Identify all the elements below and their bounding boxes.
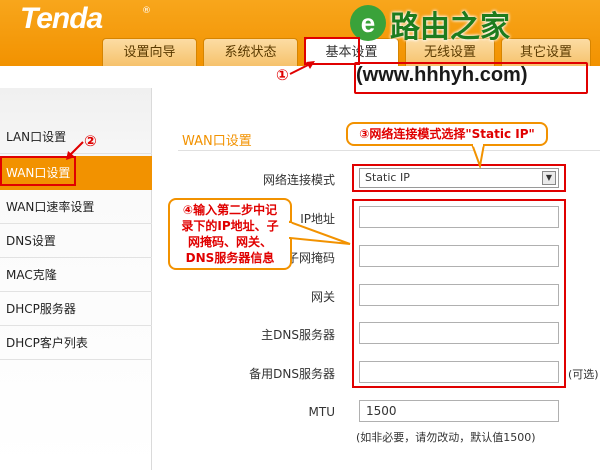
tab-system-status[interactable]: 系统状态 xyxy=(203,38,298,66)
step-4-callout: ④输入第二步中记 录下的IP地址、子 网掩码、网关、 DNS服务器信息 xyxy=(168,198,292,270)
registered-mark: ® xyxy=(142,6,151,16)
step-1-arrow-icon xyxy=(289,61,315,75)
step-4-line-1: ④输入第二步中记 xyxy=(182,203,278,217)
step-4-line-4: DNS服务器信息 xyxy=(185,251,275,265)
sidebar-item-dhcp-server[interactable]: DHCP服务器 xyxy=(0,292,152,326)
sidebar-item-label: DHCP客户列表 xyxy=(6,336,88,350)
highlight-box-mode xyxy=(352,164,566,192)
highlight-box-url xyxy=(354,62,588,94)
mtu-hint: (如非必要，请勿改动，默认值1500) xyxy=(356,431,536,444)
step-3-pointer-icon xyxy=(470,144,486,168)
step-1-marker: ① xyxy=(276,66,289,84)
watermark-title: 路由之家 xyxy=(390,10,510,45)
optional-hint: (可选) xyxy=(568,368,599,381)
step-3-text: ③网络连接模式选择"Static IP" xyxy=(359,127,535,141)
tab-label: 无线设置 xyxy=(423,45,476,60)
step-4-pointer-icon xyxy=(288,220,351,245)
tab-setup-wizard[interactable]: 设置向导 xyxy=(102,38,197,66)
sidebar-item-label: DHCP服务器 xyxy=(6,302,76,316)
highlight-box-ip-fields xyxy=(352,199,566,388)
header-bar: Tenda ® 设置向导 系统状态 基本设置 无线设置 其它设置 xyxy=(0,0,600,66)
sidebar-item-mac-clone[interactable]: MAC克隆 xyxy=(0,258,152,292)
step-4-line-3: 网掩码、网关、 xyxy=(187,235,272,249)
sidebar-item-wan-speed[interactable]: WAN口速率设置 xyxy=(0,190,152,224)
sidebar-item-dns[interactable]: DNS设置 xyxy=(0,224,152,258)
sidebar-item-dhcp-clients[interactable]: DHCP客户列表 xyxy=(0,326,152,360)
page-title: WAN口设置 xyxy=(182,134,252,149)
sidebar-item-label: MAC克隆 xyxy=(6,268,57,282)
tab-label: 设置向导 xyxy=(123,45,176,60)
watermark-e-icon: e xyxy=(350,5,386,41)
sidebar-item-label: DNS设置 xyxy=(6,234,56,248)
mtu-label: MTU xyxy=(308,405,335,419)
step-4-line-2: 录下的IP地址、子 xyxy=(181,219,279,233)
gateway-label: 网关 xyxy=(310,290,335,304)
mtu-input[interactable]: 1500 xyxy=(359,400,559,422)
primary-dns-label: 主DNS服务器 xyxy=(261,328,335,342)
tab-label: 系统状态 xyxy=(224,45,277,60)
title-divider xyxy=(178,150,600,151)
step-2-arrow-icon xyxy=(66,141,84,160)
sidebar-item-label: LAN口设置 xyxy=(6,130,67,144)
mode-label: 网络连接模式 xyxy=(262,173,335,187)
step-3-callout: ③网络连接模式选择"Static IP" xyxy=(346,122,548,146)
sidebar-item-label: WAN口速率设置 xyxy=(6,200,95,214)
secondary-dns-label: 备用DNS服务器 xyxy=(249,367,335,381)
tab-label: 其它设置 xyxy=(519,45,572,60)
tenda-logo: Tenda xyxy=(20,2,103,35)
